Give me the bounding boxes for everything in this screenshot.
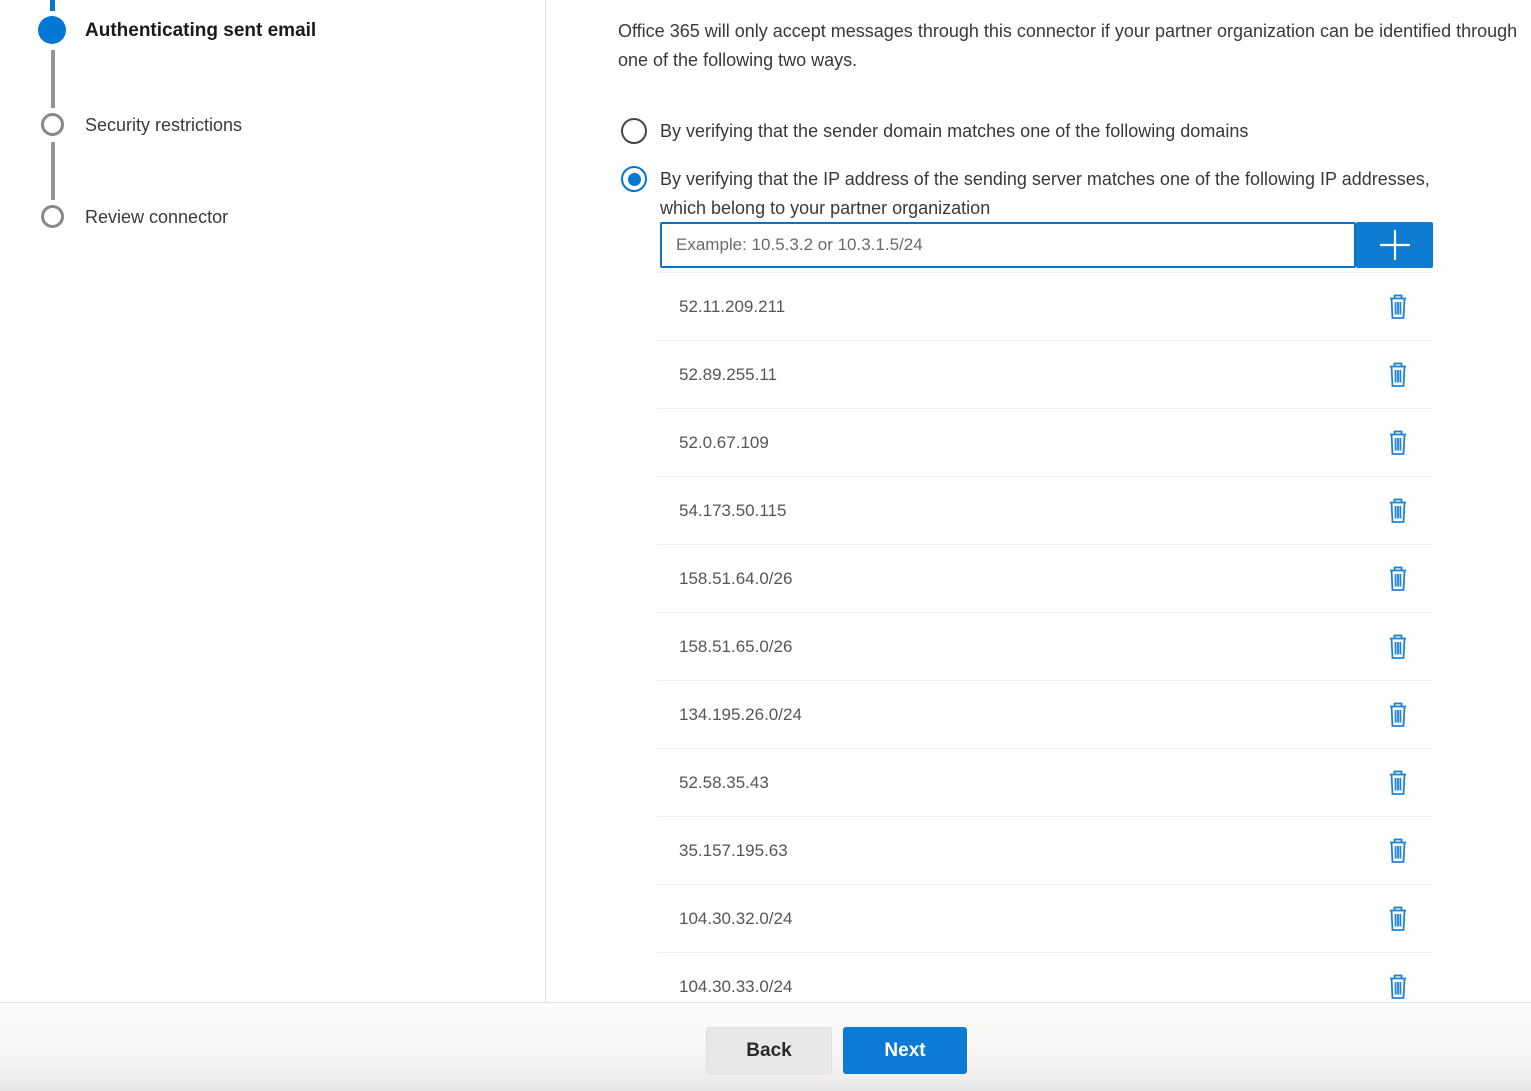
delete-ip-button[interactable]	[1378, 831, 1418, 871]
trash-icon	[1387, 429, 1409, 457]
delete-ip-button[interactable]	[1378, 763, 1418, 803]
next-button[interactable]: Next	[843, 1027, 967, 1074]
trash-icon	[1387, 701, 1409, 729]
ip-value: 158.51.64.0/26	[657, 569, 792, 589]
wizard-step-review-connector: Review connector	[85, 207, 228, 228]
step-indicator-icon	[41, 205, 64, 228]
ip-list-item: 52.58.35.43	[657, 749, 1432, 817]
wizard-step-content: Office 365 will only accept messages thr…	[547, 0, 1531, 1002]
wizard-steps-sidebar: Authenticating sent email Security restr…	[0, 0, 546, 1002]
ip-list-item: 104.30.32.0/24	[657, 885, 1432, 953]
trash-icon	[1387, 837, 1409, 865]
step-connector-line	[51, 142, 55, 200]
trash-icon	[1387, 973, 1409, 1001]
ip-value: 54.173.50.115	[657, 501, 786, 521]
ip-value: 52.58.35.43	[657, 773, 769, 793]
delete-ip-button[interactable]	[1378, 627, 1418, 667]
trash-icon	[1387, 633, 1409, 661]
delete-ip-button[interactable]	[1378, 423, 1418, 463]
delete-ip-button[interactable]	[1378, 695, 1418, 735]
ip-address-input[interactable]	[660, 222, 1356, 268]
connector-wizard-page: Authenticating sent email Security restr…	[0, 0, 1531, 1091]
ip-value: 104.30.32.0/24	[657, 909, 792, 929]
radio-dot	[628, 173, 641, 186]
ip-entry-row	[660, 222, 1433, 268]
ip-list-item: 54.173.50.115	[657, 477, 1432, 545]
ip-value: 158.51.65.0/26	[657, 637, 792, 657]
wizard-step-authenticating-sent-email: Authenticating sent email	[85, 20, 316, 42]
ip-value: 35.157.195.63	[657, 841, 788, 861]
ip-value: 134.195.26.0/24	[657, 705, 802, 725]
step-indicator-icon	[41, 113, 64, 136]
delete-ip-button[interactable]	[1378, 491, 1418, 531]
trash-icon	[1387, 361, 1409, 389]
ip-value: 104.30.33.0/24	[657, 977, 792, 997]
intro-text: Office 365 will only accept messages thr…	[618, 17, 1523, 75]
trash-icon	[1387, 565, 1409, 593]
trash-icon	[1387, 293, 1409, 321]
delete-ip-button[interactable]	[1378, 967, 1418, 1007]
ip-value: 52.11.209.211	[657, 297, 785, 317]
ip-value: 52.89.255.11	[657, 365, 777, 385]
trash-icon	[1387, 905, 1409, 933]
delete-ip-button[interactable]	[1378, 899, 1418, 939]
radio-selected-icon[interactable]	[621, 166, 647, 192]
trash-icon	[1387, 769, 1409, 797]
add-ip-button[interactable]	[1356, 222, 1433, 268]
ip-list-item: 52.11.209.211	[657, 273, 1432, 341]
radio-option-label: By verifying that the sender domain matc…	[660, 117, 1248, 146]
step-connector-line-top	[50, 0, 55, 11]
delete-ip-button[interactable]	[1378, 355, 1418, 395]
delete-ip-button[interactable]	[1378, 559, 1418, 599]
ip-value: 52.0.67.109	[657, 433, 769, 453]
ip-list-item: 52.89.255.11	[657, 341, 1432, 409]
wizard-footer: Back Next	[0, 1002, 1531, 1091]
plus-icon	[1377, 227, 1413, 263]
radio-option-ip-address[interactable]: By verifying that the IP address of the …	[621, 165, 1478, 223]
ip-list-item: 158.51.65.0/26	[657, 613, 1432, 681]
ip-list-item: 134.195.26.0/24	[657, 681, 1432, 749]
delete-ip-button[interactable]	[1378, 287, 1418, 327]
ip-list-item: 52.0.67.109	[657, 409, 1432, 477]
radio-option-sender-domain[interactable]: By verifying that the sender domain matc…	[621, 117, 1248, 146]
ip-address-list: 52.11.209.211 52.89.25	[657, 272, 1432, 1021]
ip-list-item: 158.51.64.0/26	[657, 545, 1432, 613]
radio-option-label: By verifying that the IP address of the …	[660, 165, 1478, 223]
step-indicator-active-icon	[38, 16, 66, 44]
wizard-step-security-restrictions: Security restrictions	[85, 115, 242, 136]
ip-list-item: 35.157.195.63	[657, 817, 1432, 885]
back-button[interactable]: Back	[706, 1027, 832, 1074]
radio-unselected-icon[interactable]	[621, 118, 647, 144]
trash-icon	[1387, 497, 1409, 525]
step-connector-line	[51, 50, 55, 108]
